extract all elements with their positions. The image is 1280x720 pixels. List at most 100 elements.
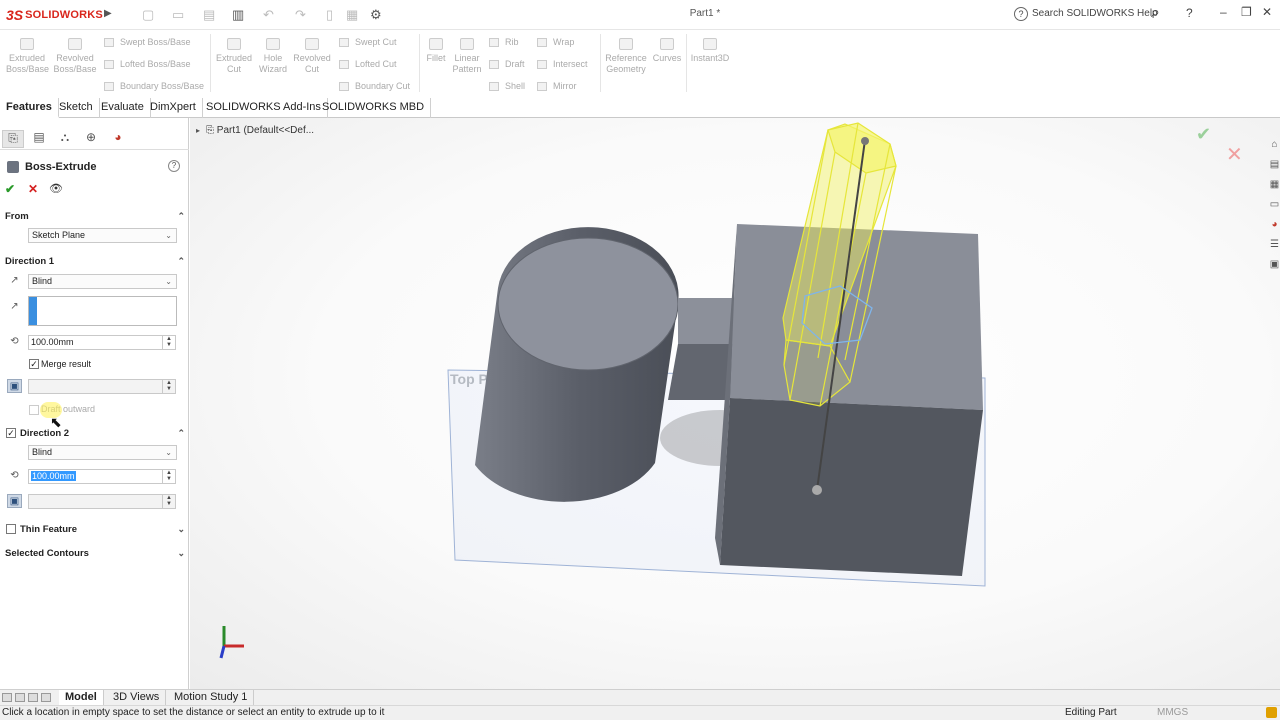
maximize-icon[interactable]: ❐ (1241, 5, 1252, 19)
curves-button[interactable]: Curves (651, 38, 683, 64)
cancel-button[interactable]: ✕ (28, 182, 38, 196)
custom-properties-icon[interactable]: ☰ (1268, 238, 1280, 251)
forum-icon[interactable]: ▣ (1268, 258, 1280, 271)
revolved-boss-button[interactable]: Revolved Boss/Base (52, 38, 98, 75)
direction2-draft-input[interactable]: ▲ ▼ (28, 494, 176, 509)
spinner-arrows-icon[interactable]: ▲ ▼ (162, 336, 175, 349)
reverse-direction-icon[interactable]: ↗ (7, 274, 22, 288)
direction-entity-selection-box[interactable] (28, 296, 177, 326)
selected-contours-section-header[interactable]: Selected Contours ⌄ (5, 548, 185, 559)
draft-angle-input[interactable]: ▲ ▼ (28, 379, 176, 394)
connector-side-face[interactable] (668, 344, 735, 400)
swept-boss-button[interactable]: Swept Boss/Base (104, 37, 191, 48)
tab-motion-study[interactable]: Motion Study 1 (168, 690, 255, 706)
direction2-checkbox[interactable]: ✓ (6, 428, 16, 438)
redo-icon[interactable]: ↷ (295, 7, 306, 23)
merge-result-checkbox[interactable]: ✓ (29, 359, 39, 369)
linear-pattern-button[interactable]: Linear Pattern (450, 38, 484, 75)
fillet-button[interactable]: Fillet (423, 38, 449, 64)
tab-model[interactable]: Model (59, 690, 104, 706)
graphics-area[interactable]: ▸ ⎘ Part1 (Default<<Def... Top Plane ✔ ✕… (190, 118, 1280, 689)
extruded-cut-button[interactable]: Extruded Cut (214, 38, 254, 75)
first-tab-icon[interactable] (2, 693, 12, 702)
help-icon[interactable]: ? (168, 160, 180, 172)
rebuild-status-icon[interactable] (1266, 707, 1277, 718)
direction2-section-header[interactable]: Direction 2 ⌃ (20, 428, 185, 439)
revolved-cut-button[interactable]: Revolved Cut (292, 38, 332, 75)
print-icon[interactable]: ▥ (232, 7, 244, 23)
preview-eye-icon[interactable]: 👁 (49, 182, 63, 195)
thin-feature-section-header[interactable]: Thin Feature ⌄ (20, 524, 185, 535)
save-icon[interactable]: ▤ (203, 7, 215, 23)
last-tab-icon[interactable] (41, 693, 51, 702)
tab-3d-views[interactable]: 3D Views (107, 690, 167, 706)
unit-system[interactable]: MMGS (1157, 706, 1188, 720)
prev-tab-icon[interactable] (15, 693, 25, 702)
search-icon[interactable]: ⌕ (1151, 4, 1160, 22)
rebuild-icon[interactable]: ▦ (346, 7, 358, 23)
feature-tree-tab-icon[interactable]: ⎘ (2, 130, 24, 148)
instant3d-button[interactable]: Instant3D (689, 38, 731, 64)
extruded-boss-button[interactable]: Extruded Boss/Base (6, 38, 49, 75)
design-library-icon[interactable]: ▦ (1268, 178, 1280, 191)
solidworks-logo[interactable]: 3S SOLIDWORKS (6, 6, 103, 24)
direction1-section-header[interactable]: Direction 1 ⌃ (5, 256, 185, 267)
home-icon[interactable]: ⌂ (1268, 138, 1280, 151)
rib-button[interactable]: Rib (489, 37, 519, 48)
menu-expand-icon[interactable]: ▶ (104, 8, 112, 19)
handle-top[interactable] (861, 137, 869, 145)
direction2-depth-input[interactable]: 100.00mm ▲ ▼ (28, 469, 176, 484)
open-icon[interactable]: ▭ (172, 7, 184, 23)
select-icon[interactable]: ▯ (326, 7, 333, 23)
minimize-icon[interactable]: – (1220, 5, 1227, 19)
thin-feature-checkbox[interactable] (6, 524, 16, 534)
next-tab-icon[interactable] (28, 693, 38, 702)
tab-dimxpert[interactable]: DimXpert (144, 98, 203, 118)
swept-cut-button[interactable]: Swept Cut (339, 37, 397, 48)
dimxpert-tab-icon[interactable]: ⊕ (80, 130, 102, 148)
search-help-input[interactable]: Search SOLIDWORKS Help (1032, 8, 1158, 19)
from-section-header[interactable]: From ⌃ (5, 211, 185, 222)
draft-on-off-icon[interactable]: ▣ (7, 379, 22, 393)
help-button[interactable]: ? (1186, 6, 1193, 20)
cylinder-top-face[interactable] (497, 237, 679, 371)
direction2-end-condition-select[interactable]: Blind ⌄ (28, 445, 177, 460)
shell-button[interactable]: Shell (489, 81, 525, 92)
hole-wizard-button[interactable]: Hole Wizard (256, 38, 290, 75)
spinner-arrows-icon[interactable]: ▲ ▼ (162, 380, 175, 393)
direction1-end-condition-select[interactable]: Blind ⌄ (28, 274, 177, 289)
close-icon[interactable]: ✕ (1262, 5, 1272, 19)
draft-outward-checkbox[interactable] (29, 405, 39, 415)
confirm-ok-icon[interactable]: ✔ (1196, 124, 1211, 145)
options-gear-icon[interactable]: ⚙ (370, 7, 382, 23)
new-document-icon[interactable]: ▢ (142, 7, 154, 23)
configuration-tab-icon[interactable]: ⛬ (54, 130, 76, 148)
appearances-icon[interactable]: ◕ (1268, 218, 1280, 231)
undo-icon[interactable]: ↶ (263, 7, 274, 23)
spinner-arrows-icon[interactable]: ▲ ▼ (162, 470, 175, 483)
wrap-button[interactable]: Wrap (537, 37, 574, 48)
mirror-button[interactable]: Mirror (537, 81, 577, 92)
from-select[interactable]: Sketch Plane ⌄ (28, 228, 177, 243)
spinner-arrows-icon[interactable]: ▲ ▼ (162, 495, 175, 508)
confirm-cancel-icon[interactable]: ✕ (1226, 142, 1243, 167)
boundary-boss-button[interactable]: Boundary Boss/Base (104, 81, 204, 92)
ok-button[interactable]: ✔ (5, 182, 15, 196)
draft-button[interactable]: Draft (489, 59, 525, 70)
lofted-boss-button[interactable]: Lofted Boss/Base (104, 59, 191, 70)
boundary-cut-button[interactable]: Boundary Cut (339, 81, 410, 92)
draft-on-off-icon[interactable]: ▣ (7, 494, 22, 508)
appearance-tab-icon[interactable]: ◕ (107, 130, 129, 148)
tab-addins[interactable]: SOLIDWORKS Add-Ins (200, 98, 328, 118)
file-explorer-icon[interactable]: ▭ (1268, 198, 1280, 211)
tab-sketch[interactable]: Sketch (53, 98, 100, 118)
resources-icon[interactable]: ▤ (1268, 158, 1280, 171)
direction1-depth-input[interactable]: 100.00mm ▲ ▼ (28, 335, 176, 350)
tab-mbd[interactable]: SOLIDWORKS MBD (316, 98, 432, 118)
lofted-cut-button[interactable]: Lofted Cut (339, 59, 397, 70)
reference-geometry-button[interactable]: Reference Geometry (603, 38, 649, 75)
property-manager-tab-icon[interactable]: ▤ (28, 130, 50, 148)
handle-bottom[interactable] (812, 485, 822, 495)
tab-features[interactable]: Features (0, 98, 59, 118)
intersect-button[interactable]: Intersect (537, 59, 588, 70)
